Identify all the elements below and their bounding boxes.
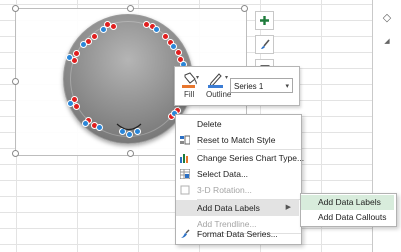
selection-handle[interactable] [170,43,177,50]
chart-elements-plus-icon [260,16,269,25]
submenu-item-add-data-callouts[interactable]: Add Data Callouts [301,210,394,225]
resize-handle[interactable] [241,5,248,12]
chart-type-icon [180,154,188,163]
format-series-icon [181,229,190,238]
submenu-item-label: Add Data Labels [318,197,381,207]
pane-shape-icon[interactable]: ◇ [381,12,393,24]
data-point[interactable] [73,50,80,57]
series-dropdown-value: Series 1 [234,82,264,91]
data-point[interactable] [73,103,80,110]
rotation-3d-icon [180,185,190,195]
series-dropdown[interactable]: Series 1 ▾ [230,78,293,93]
menu-item-label: Select Data... [197,169,249,179]
menu-item-label: Format Data Series... [197,229,278,239]
selection-handle[interactable] [82,120,89,127]
fill-label: Fill [184,90,195,99]
selection-handle[interactable] [100,26,107,33]
menu-item-format-data-series[interactable]: Format Data Series... [176,226,299,242]
outline-dropdown-icon[interactable]: ▾ [225,74,228,81]
data-point[interactable] [91,33,98,40]
data-point[interactable] [110,23,117,30]
menu-item-reset-style[interactable]: Reset to Match Style [176,132,299,148]
selection-handle[interactable] [80,41,87,48]
menu-item-3d-rotation[interactable]: 3-D Rotation... [176,182,299,198]
resize-handle[interactable] [12,78,19,85]
select-data-icon [180,169,190,179]
menu-item-delete[interactable]: Delete [176,116,299,132]
chart-styles-button[interactable] [255,35,274,54]
submenu-item-add-data-labels[interactable]: Add Data Labels [301,195,394,210]
add-data-labels-submenu: Add Data Labels Add Data Callouts [300,193,397,227]
outline-button[interactable] [207,71,225,89]
submenu-item-label: Add Data Callouts [318,212,387,222]
pane-triangle-icon[interactable]: ◢ [381,36,393,48]
selection-handle[interactable] [67,100,74,107]
resize-handle[interactable] [12,5,19,12]
menu-item-change-chart-type[interactable]: Change Series Chart Type... [176,150,304,166]
data-point[interactable] [175,49,182,56]
selection-handle[interactable] [153,26,160,33]
fill-swatch [182,85,195,88]
menu-item-add-data-labels[interactable]: Add Data Labels ▶ [176,200,299,216]
selection-handle[interactable] [66,54,73,61]
menu-item-label: Change Series Chart Type... [197,153,305,163]
chart-styles-brush-icon [260,38,270,49]
menu-item-label: 3-D Rotation... [197,185,252,195]
outline-swatch [208,85,223,88]
chevron-right-icon: ▶ [285,204,291,211]
context-menu: Delete Reset to Match Style Change Serie… [175,114,304,245]
smile-arc-shape [116,123,142,131]
pen-outline-icon [208,73,223,88]
fill-dropdown-icon[interactable]: ▾ [196,74,199,81]
selection-handle[interactable] [96,124,103,131]
menu-item-select-data[interactable]: Select Data... [176,166,299,182]
chart-elements-button[interactable] [255,11,274,30]
menu-item-label: Add Data Labels [197,203,260,213]
menu-item-label: Delete [197,119,222,129]
outline-label: Outline [206,90,232,99]
mini-toolbar: ▾ ▾ Fill Outline Series 1 ▾ [174,66,300,106]
resize-handle[interactable] [127,150,134,157]
resize-handle[interactable] [12,150,19,157]
resize-handle[interactable] [127,5,134,12]
menu-item-label: Reset to Match Style [197,135,276,145]
chevron-down-icon: ▾ [285,83,289,90]
reset-style-icon [180,135,190,145]
